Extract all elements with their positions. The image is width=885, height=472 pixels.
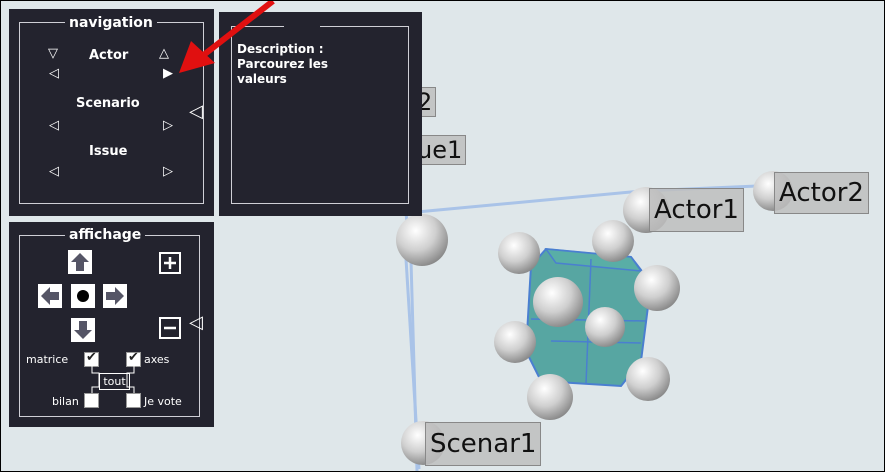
axes-label: axes bbox=[144, 353, 170, 366]
scene-label-scenar1: Scenar1 bbox=[425, 422, 542, 466]
scenario-label: Scenario bbox=[76, 96, 140, 111]
rotate-left-button[interactable] bbox=[38, 284, 62, 308]
bilan-checkbox[interactable] bbox=[84, 393, 99, 408]
scene-label-actor1: Actor1 bbox=[649, 188, 744, 232]
issue-label: Issue bbox=[89, 144, 128, 159]
sphere-node[interactable] bbox=[498, 232, 540, 274]
sphere-node[interactable] bbox=[396, 214, 448, 266]
navigation-collapse-icon[interactable]: ◁ bbox=[189, 103, 203, 121]
rotate-right-button[interactable] bbox=[103, 284, 127, 308]
app-frame: 2 ue1 Actor1 Actor2 Scenar1 navigation ▽… bbox=[0, 0, 885, 472]
rotate-down-button[interactable] bbox=[71, 318, 95, 342]
je-vote-checkbox[interactable] bbox=[126, 393, 141, 408]
scenario-next-icon[interactable]: ▷ bbox=[163, 119, 173, 133]
affichage-panel: affichage ◁ matrice ✔ ✔ axes tout bilan … bbox=[9, 222, 214, 427]
actor-prev-icon[interactable]: ◁ bbox=[49, 67, 59, 81]
navigation-title: navigation bbox=[65, 15, 157, 31]
matrice-label: matrice bbox=[26, 353, 69, 366]
axis-frame-top-line bbox=[405, 189, 642, 215]
je-vote-label: Je vote bbox=[144, 395, 182, 408]
sphere-node[interactable] bbox=[626, 357, 670, 401]
check-icon: ✔ bbox=[86, 350, 97, 365]
sphere-node[interactable] bbox=[634, 265, 680, 311]
affichage-title: affichage bbox=[65, 227, 146, 243]
reset-view-button[interactable] bbox=[71, 284, 95, 308]
actor-expand-icon[interactable]: △ bbox=[159, 47, 169, 61]
sphere-node[interactable] bbox=[585, 307, 625, 347]
annotation-arrow bbox=[179, 1, 275, 73]
description-title-bar bbox=[284, 19, 320, 33]
issue-prev-icon[interactable]: ◁ bbox=[49, 165, 59, 179]
zoom-out-button[interactable] bbox=[159, 317, 181, 339]
issue-next-icon[interactable]: ▷ bbox=[163, 165, 173, 179]
actor-collapse-icon[interactable]: ▽ bbox=[48, 47, 58, 61]
zoom-in-button[interactable] bbox=[159, 252, 181, 274]
scene-label-actor2: Actor2 bbox=[774, 172, 869, 214]
sphere-node[interactable] bbox=[533, 277, 583, 327]
bilan-label: bilan bbox=[52, 395, 79, 408]
scenario-prev-icon[interactable]: ◁ bbox=[49, 119, 59, 133]
sphere-node[interactable] bbox=[527, 374, 573, 420]
check-icon: ✔ bbox=[128, 350, 139, 365]
sphere-node[interactable] bbox=[494, 321, 536, 363]
affichage-collapse-icon[interactable]: ◁ bbox=[189, 314, 203, 332]
actor-label: Actor bbox=[89, 48, 129, 63]
sphere-node[interactable] bbox=[592, 220, 634, 262]
tout-button[interactable]: tout bbox=[99, 373, 130, 390]
rotate-up-button[interactable] bbox=[68, 250, 92, 274]
